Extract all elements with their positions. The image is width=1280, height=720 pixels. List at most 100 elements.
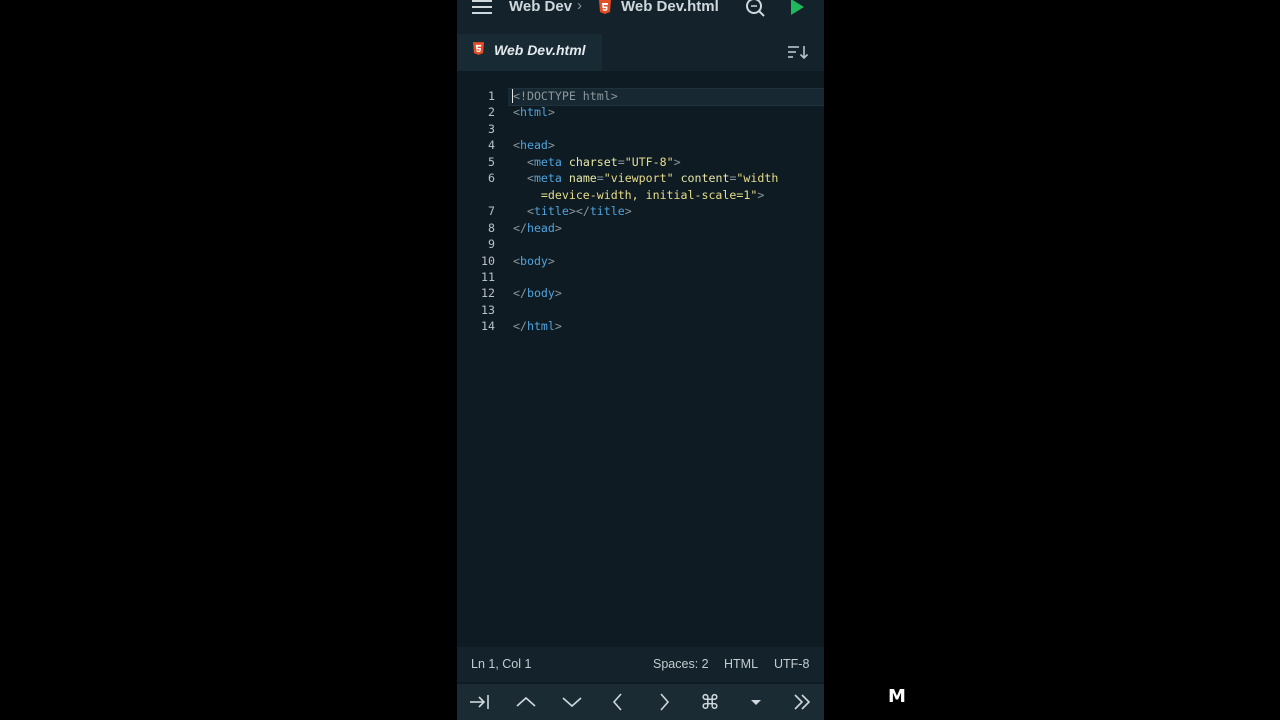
code-token: < (526, 204, 534, 219)
code-line[interactable]: 13 (457, 302, 824, 318)
search-icon[interactable] (744, 0, 766, 18)
code-text: <head> (513, 137, 555, 153)
code-text: </body> (513, 285, 562, 301)
tab-label: Web Dev.html (494, 42, 586, 58)
line-number: 6 (488, 171, 495, 186)
encoding[interactable]: UTF-8 (774, 657, 809, 671)
line-number: 1 (488, 89, 495, 103)
arrow-up-icon (516, 696, 536, 707)
app-toolbar: Web Dev › Web Dev.html (457, 0, 824, 34)
line-number: 3 (488, 121, 495, 136)
breadcrumb-file[interactable]: Web Dev.html (621, 0, 719, 15)
line-number: 10 (481, 253, 495, 268)
tab-web-dev-html[interactable]: Web Dev.html (457, 34, 602, 71)
code-line[interactable]: 3 (457, 121, 824, 137)
code-token: > (547, 105, 555, 120)
code-line[interactable]: 4 <head> (457, 137, 824, 153)
right-key[interactable] (641, 684, 687, 720)
code-editor-app: Web Dev › Web Dev.html Web Dev.html 1 <!… (457, 0, 824, 720)
line-number: 12 (481, 286, 495, 301)
code-token: > (554, 286, 562, 301)
tab-key[interactable] (457, 684, 503, 720)
code-area[interactable]: 1 <!DOCTYPE html> 2 <html> 3 4 <head> 5 <meta c… (457, 71, 824, 647)
code-token: body (526, 286, 555, 301)
cursor-position[interactable]: Ln 1, Col 1 (471, 657, 531, 671)
line-number: 7 (488, 204, 495, 219)
code-text: <body> (513, 253, 555, 269)
svg-text:⌘: ⌘ (700, 692, 720, 712)
code-line[interactable]: 10 <body> (457, 253, 824, 269)
indent-setting[interactable]: Spaces: 2 (653, 657, 709, 671)
line-number: 4 (488, 138, 495, 153)
code-text: <meta charset="UTF-8"> (513, 154, 681, 170)
code-line[interactable]: 6 <meta name="viewport" content="width (457, 170, 824, 186)
status-bar: Ln 1, Col 1 Spaces: 2 HTML UTF-8 (457, 647, 824, 682)
code-token: =device-width, initial-scale=1" (540, 187, 758, 202)
html5-icon (473, 42, 484, 55)
code-token: = (596, 171, 604, 186)
code-token: name (568, 171, 597, 186)
code-token: title (589, 204, 625, 219)
code-line[interactable]: 2 <html> (457, 104, 824, 120)
code-token: < (513, 105, 520, 120)
code-text: </head> (513, 220, 562, 236)
code-line[interactable]: 1 <!DOCTYPE html> (457, 88, 824, 104)
code-token: </ (513, 286, 527, 301)
code-line[interactable]: 11 (457, 269, 824, 285)
line-number: 9 (488, 237, 495, 252)
line-number: 13 (481, 302, 495, 317)
run-icon[interactable] (789, 0, 805, 16)
line-number: 14 (481, 319, 495, 334)
down-key[interactable] (549, 684, 595, 720)
code-line[interactable]: 9 (457, 236, 824, 252)
code-token: <!DOCTYPE html> (513, 89, 618, 103)
watermark-logo: M (888, 686, 906, 707)
sort-icon[interactable] (787, 44, 809, 60)
code-line[interactable]: 7 <title></title> (457, 203, 824, 219)
code-token: </ (513, 319, 527, 334)
code-line[interactable]: =device-width, initial-scale=1"> (457, 187, 824, 203)
code-token: < (513, 253, 520, 268)
text-cursor (512, 89, 513, 103)
code-token: charset (568, 154, 618, 169)
line-number: 11 (481, 269, 495, 284)
code-line[interactable]: 8 </head> (457, 220, 824, 236)
left-key[interactable] (595, 684, 641, 720)
code-text: <meta name="viewport" content="width (513, 170, 778, 186)
code-token: content (680, 171, 730, 186)
code-token: < (513, 138, 520, 153)
code-token: </ (513, 220, 527, 235)
code-text: <html> (513, 104, 555, 120)
code-token: = (617, 154, 625, 169)
dropdown-key[interactable] (733, 684, 779, 720)
line-number: 8 (488, 220, 495, 235)
tab-icon (470, 695, 489, 709)
breadcrumb-chevron-icon: › (577, 0, 582, 14)
menu-icon[interactable] (472, 0, 494, 18)
command-key[interactable]: ⌘ (687, 684, 733, 720)
double-chevron-right-icon (794, 694, 811, 710)
arrow-left-icon (612, 693, 622, 711)
code-token: meta (533, 154, 562, 169)
code-token: title (533, 204, 569, 219)
up-key[interactable] (503, 684, 549, 720)
code-token: html (526, 319, 555, 334)
extra-keys-bar: ⌘ (457, 684, 824, 720)
code-token: head (526, 220, 555, 235)
code-line[interactable]: 12 </body> (457, 285, 824, 301)
language-mode[interactable]: HTML (724, 657, 758, 671)
code-token: > (554, 319, 562, 334)
code-token: > (673, 154, 681, 169)
code-line[interactable]: 14 </html> (457, 318, 824, 334)
code-token: "width (736, 171, 779, 186)
more-keys[interactable] (779, 684, 824, 720)
code-line[interactable]: 5 <meta charset="UTF-8"> (457, 154, 824, 170)
code-token: < (526, 154, 534, 169)
code-text: <!DOCTYPE html> (513, 88, 618, 104)
breadcrumb-project[interactable]: Web Dev (509, 0, 572, 15)
